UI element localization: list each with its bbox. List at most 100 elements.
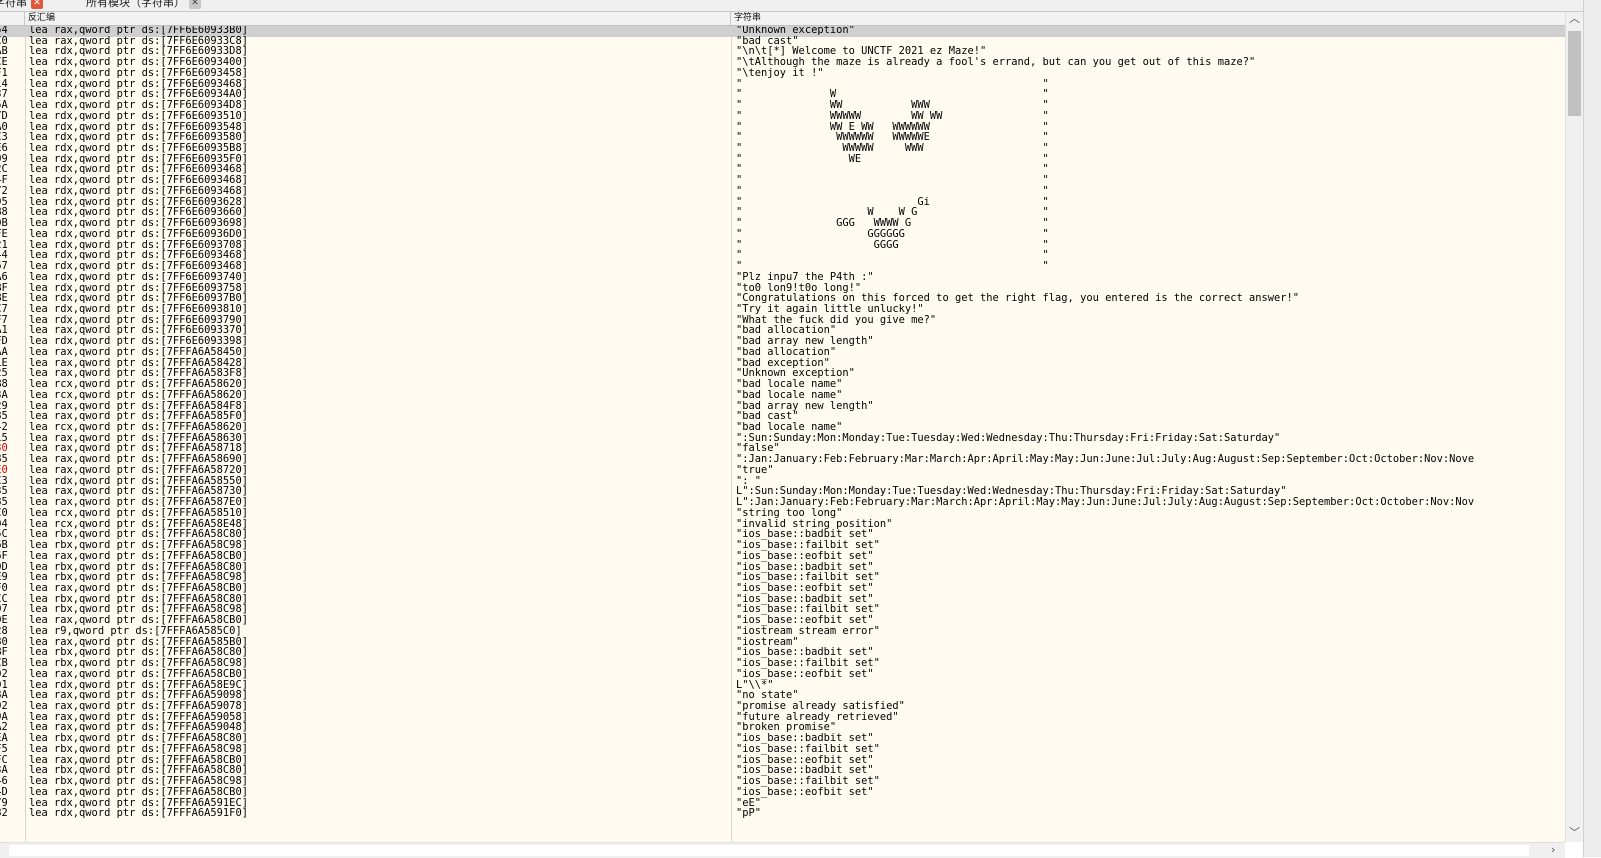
row-address: CE9 [0, 572, 8, 584]
row-disassembly: lea rbx,qword ptr ds:[7FFFA6A58C80] [29, 593, 248, 605]
row-address: 054 [0, 26, 8, 36]
row-string: "iostream stream error" [736, 625, 880, 637]
row-string: " WWWWWW WWWWWE " [736, 132, 1049, 144]
row-address: 6BE [0, 293, 8, 305]
row-disassembly: lea rax,qword ptr ds:[7FFFA6A58CB0] [29, 550, 248, 562]
row-string: " GGGG " [736, 239, 1049, 251]
row-disassembly: lea rbx,qword ptr ds:[7FFFA6A58C80] [29, 561, 248, 573]
row-string: "bad locale name" [736, 389, 843, 401]
row-address: 330 [0, 443, 8, 455]
scrollbar-thumb[interactable] [1568, 31, 1581, 116]
row-string: "ios_base::badbit set" [736, 765, 874, 777]
row-disassembly: lea rdx,qword ptr ds:[7FF6E60937B0] [29, 293, 248, 305]
row-disassembly: lea rdx,qword ptr ds:[7FF6E6093548] [29, 121, 248, 133]
row-disassembly: lea rdx,qword ptr ds:[7FF6E6093740] [29, 271, 248, 283]
row-address: 629 [0, 400, 8, 412]
row-disassembly: lea rbx,qword ptr ds:[7FFFA6A58C80] [29, 647, 248, 659]
row-string: L"\\*" [736, 679, 774, 691]
column-header-address[interactable] [0, 12, 25, 25]
row-address: CDD [0, 561, 8, 573]
row-disassembly: lea rbx,qword ptr ds:[7FFFA6A58C98] [29, 743, 248, 755]
column-header-disassembly[interactable]: 反汇编 [25, 12, 731, 25]
row-string: " WW WWW " [736, 100, 1049, 112]
row-disassembly: lea rax,qword ptr ds:[7FFFA6A58428] [29, 357, 248, 369]
row-disassembly: lea rdx,qword ptr ds:[7FF6E60935B8] [29, 143, 248, 155]
row-disassembly: lea rbx,qword ptr ds:[7FFFA6A58C98] [29, 658, 248, 670]
row-disassembly: lea rdx,qword ptr ds:[7FF6E6093468] [29, 250, 248, 262]
row-address: 3B8 [0, 379, 8, 391]
row-string: "pP" [736, 808, 762, 820]
row-address: 44D [0, 786, 8, 798]
row-disassembly: lea rdx,qword ptr ds:[7FF6E6093580] [29, 132, 248, 144]
row-disassembly: lea rbx,qword ptr ds:[7FFFA6A58C98] [29, 572, 248, 584]
row-string: "ios_base::failbit set" [736, 776, 880, 788]
row-string: "Congratulations on this forced to get t… [736, 293, 1300, 305]
close-icon[interactable]: ✕ [31, 0, 43, 9]
row-disassembly: lea rbx,qword ptr ds:[7FFFA6A58C98] [29, 604, 248, 616]
row-address: 685 [0, 411, 8, 423]
tab-strings[interactable]: 字符串 ✕ [0, 0, 45, 10]
row-disassembly: lea rax,qword ptr ds:[7FF6E60933C8] [29, 35, 248, 47]
horizontal-scrollbar[interactable]: › [0, 842, 1565, 858]
row-disassembly: lea rax,qword ptr ds:[7FFFA6A58CB0] [29, 582, 248, 594]
arrow-up-icon[interactable]: ︿ [1569, 12, 1580, 26]
row-disassembly: lea rax,qword ptr ds:[7FFFA6A58730] [29, 486, 248, 498]
row-disassembly: lea rdx,qword ptr ds:[7FF6E6093468] [29, 175, 248, 187]
row-address: 32C [0, 164, 8, 176]
row-string: "ios_base::badbit set" [736, 529, 874, 541]
row-string: " " [736, 250, 1049, 262]
row-string: "true" [736, 464, 774, 476]
vertical-scrollbar[interactable]: ︿ ﹀ [1565, 12, 1583, 842]
row-disassembly: lea rax,qword ptr ds:[7FFFA6A585B0] [29, 636, 248, 648]
row-string: "bad exception" [736, 357, 830, 369]
row-address: 421 [0, 239, 8, 251]
arrow-right-icon[interactable]: › [1551, 843, 1555, 857]
row-address: CF0 [0, 582, 8, 594]
row-address: 7A1 [0, 325, 8, 337]
tab-all-modules-strings[interactable]: 所有模块（字符串） ✕ [84, 0, 203, 10]
row-disassembly: lea rax,qword ptr ds:[7FFFA6A59098] [29, 690, 248, 702]
row-disassembly: lea rdx,qword ptr ds:[7FFFA6A591EC] [29, 797, 248, 809]
row-address: 2F5 [0, 743, 8, 755]
row-disassembly: lea rdx,qword ptr ds:[7FF6E6093790] [29, 314, 248, 326]
row-disassembly: lea rdx,qword ptr ds:[7FF6E60933D8] [29, 46, 248, 58]
row-disassembly: lea rax,qword ptr ds:[7FFFA6A584F8] [29, 400, 248, 412]
row-disassembly: lea rax,qword ptr ds:[7FFFA6A59078] [29, 700, 248, 712]
row-address: C5C [0, 529, 8, 541]
close-icon[interactable]: ✕ [189, 0, 201, 9]
arrow-down-icon[interactable]: ﹀ [1569, 826, 1580, 840]
row-disassembly: lea rdx,qword ptr ds:[7FFFA6A58550] [29, 475, 248, 487]
row-disassembly: lea rcx,qword ptr ds:[7FFFA6A58620] [29, 422, 248, 433]
row-string: "ios_base::failbit set" [736, 572, 880, 584]
row-string: " W W G " [736, 207, 1049, 219]
row-disassembly: lea rax,qword ptr ds:[7FFFA6A58690] [29, 454, 248, 466]
row-address: 3FE [0, 228, 8, 240]
row-disassembly: lea rax,qword ptr ds:[7FFFA6A58CB0] [29, 615, 248, 627]
row-address: 3B8 [0, 207, 8, 219]
row-string: "broken promise" [736, 722, 837, 734]
scrollbar-thumb[interactable] [9, 845, 1529, 856]
row-disassembly: lea rcx,qword ptr ds:[7FFFA6A58510] [29, 507, 248, 519]
row-address: 725 [0, 368, 8, 380]
row-string: " " [736, 175, 1049, 187]
row-address: 4A6 [0, 271, 8, 283]
table-row[interactable]: 282 lea rdx,qword ptr ds:[7FFFA6A591F0] "p… [0, 808, 1565, 820]
row-address: 385 [0, 454, 8, 466]
column-header-string[interactable]: 字符串 [731, 12, 1565, 25]
row-disassembly: lea rdx,qword ptr ds:[7FF6E6093628] [29, 196, 248, 208]
row-address: 5BF [0, 282, 8, 294]
row-address: 43A [0, 765, 8, 777]
row-address: 43A [0, 389, 8, 401]
row-disassembly: lea rax,qword ptr ds:[7FFFA6A58CB0] [29, 668, 248, 680]
row-address: 7FD [0, 336, 8, 348]
row-string: "bad locale name" [736, 422, 843, 433]
row-string: "no state" [736, 690, 799, 702]
side-panel [1583, 0, 1601, 857]
row-address: 25A [0, 100, 8, 112]
row-string: "ios_base::failbit set" [736, 743, 880, 755]
row-address: 680 [0, 636, 8, 648]
row-disassembly: lea rbx,qword ptr ds:[7FFFA6A58C98] [29, 776, 248, 788]
row-address: 1AB [0, 46, 8, 58]
row-address: 27D [0, 110, 8, 122]
strings-table[interactable]: 054 lea rax,qword ptr ds:[7FF6E60933B0] "U… [0, 26, 1565, 842]
